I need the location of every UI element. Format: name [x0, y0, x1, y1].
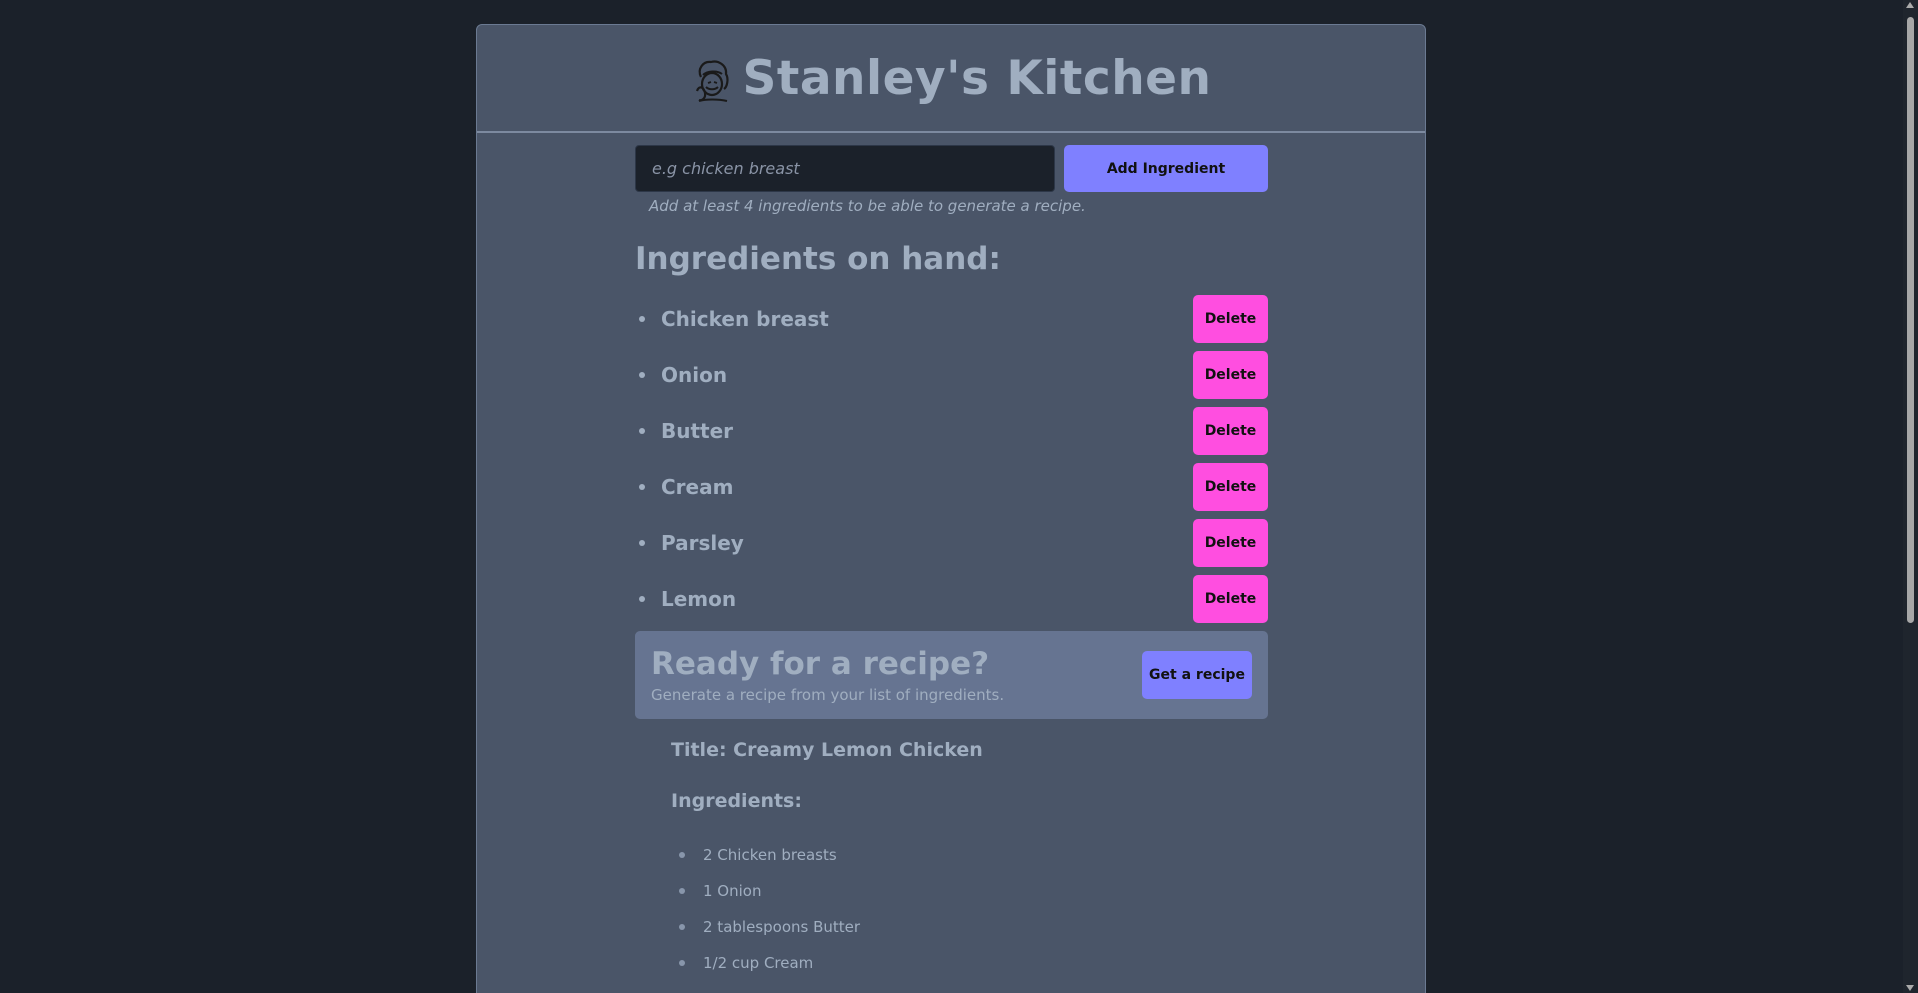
recipe-ingredients-heading: Ingredients: [671, 790, 802, 812]
bullet-icon [639, 428, 645, 434]
ingredient-name: Chicken breast [661, 307, 829, 331]
bullet-icon [639, 484, 645, 490]
ingredients-heading: Ingredients on hand: [635, 241, 1001, 277]
bullet-icon [639, 540, 645, 546]
ingredient-name: Lemon [661, 587, 737, 611]
bullet-icon [679, 960, 685, 966]
delete-button[interactable]: Delete [1193, 463, 1268, 511]
add-ingredient-button[interactable]: Add Ingredient [1064, 145, 1268, 192]
chef-icon [691, 57, 733, 103]
recipe-output: Title: Creamy Lemon Chicken Ingredients:… [635, 739, 1268, 981]
bullet-icon [639, 372, 645, 378]
bullet-icon [679, 888, 685, 894]
scrollbar-thumb[interactable] [1907, 17, 1914, 623]
delete-button[interactable]: Delete [1193, 519, 1268, 567]
delete-button[interactable]: Delete [1193, 295, 1268, 343]
ingredient-input[interactable] [635, 145, 1055, 192]
recipe-ingredient-text: 1/2 cup Cream [703, 954, 814, 972]
ready-text: Ready for a recipe? Generate a recipe fr… [651, 646, 1004, 704]
vertical-scrollbar[interactable] [1903, 0, 1918, 993]
page: Stanley's Kitchen Add Ingredient Add at … [0, 0, 1918, 993]
ingredient-name: Butter [661, 419, 734, 443]
scroll-up-arrow-icon[interactable] [1906, 2, 1914, 8]
page-title: Stanley's Kitchen [742, 50, 1212, 106]
ingredient-item: Butter Delete [635, 407, 1268, 455]
recipe-title: Title: Creamy Lemon Chicken [671, 739, 983, 761]
ready-title: Ready for a recipe? [651, 646, 990, 682]
ingredient-item: Cream Delete [635, 463, 1268, 511]
ingredient-item: Parsley Delete [635, 519, 1268, 567]
delete-button[interactable]: Delete [1193, 407, 1268, 455]
bullet-icon [679, 852, 685, 858]
recipe-ingredient-item: 1/2 cup Cream [671, 945, 1268, 981]
delete-button[interactable]: Delete [1193, 351, 1268, 399]
ingredient-name: Parsley [661, 531, 744, 555]
recipe-ingredient-text: 2 tablespoons Butter [703, 918, 861, 936]
recipe-ingredient-item: 2 Chicken breasts [671, 837, 1268, 873]
main-card: Stanley's Kitchen Add Ingredient Add at … [476, 24, 1426, 993]
content: Add Ingredient Add at least 4 ingredient… [635, 145, 1268, 981]
ingredient-item: Onion Delete [635, 351, 1268, 399]
ingredient-name: Onion [661, 363, 728, 387]
ingredient-item: Chicken breast Delete [635, 295, 1268, 343]
scroll-down-arrow-icon[interactable] [1906, 985, 1914, 991]
recipe-ingredient-item: 1 Onion [671, 873, 1268, 909]
recipe-ingredient-text: 1 Onion [703, 882, 762, 900]
ready-subtitle: Generate a recipe from your list of ingr… [651, 686, 1005, 704]
ingredient-hint: Add at least 4 ingredients to be able to… [649, 197, 1086, 215]
ingredient-name: Cream [661, 475, 734, 499]
ingredient-list: Chicken breast Delete Onion Delete Butte… [635, 295, 1268, 623]
recipe-ingredient-list: 2 Chicken breasts 1 Onion 2 tablespoons … [671, 837, 1268, 981]
ingredient-item: Lemon Delete [635, 575, 1268, 623]
delete-button[interactable]: Delete [1193, 575, 1268, 623]
add-ingredient-form: Add Ingredient [635, 145, 1268, 192]
header: Stanley's Kitchen [477, 25, 1425, 133]
bullet-icon [679, 924, 685, 930]
bullet-icon [639, 316, 645, 322]
bullet-icon [639, 596, 645, 602]
ready-for-recipe-panel: Ready for a recipe? Generate a recipe fr… [635, 631, 1268, 719]
recipe-ingredient-text: 2 Chicken breasts [703, 846, 837, 864]
recipe-ingredient-item: 2 tablespoons Butter [671, 909, 1268, 945]
get-recipe-button[interactable]: Get a recipe [1142, 651, 1252, 699]
